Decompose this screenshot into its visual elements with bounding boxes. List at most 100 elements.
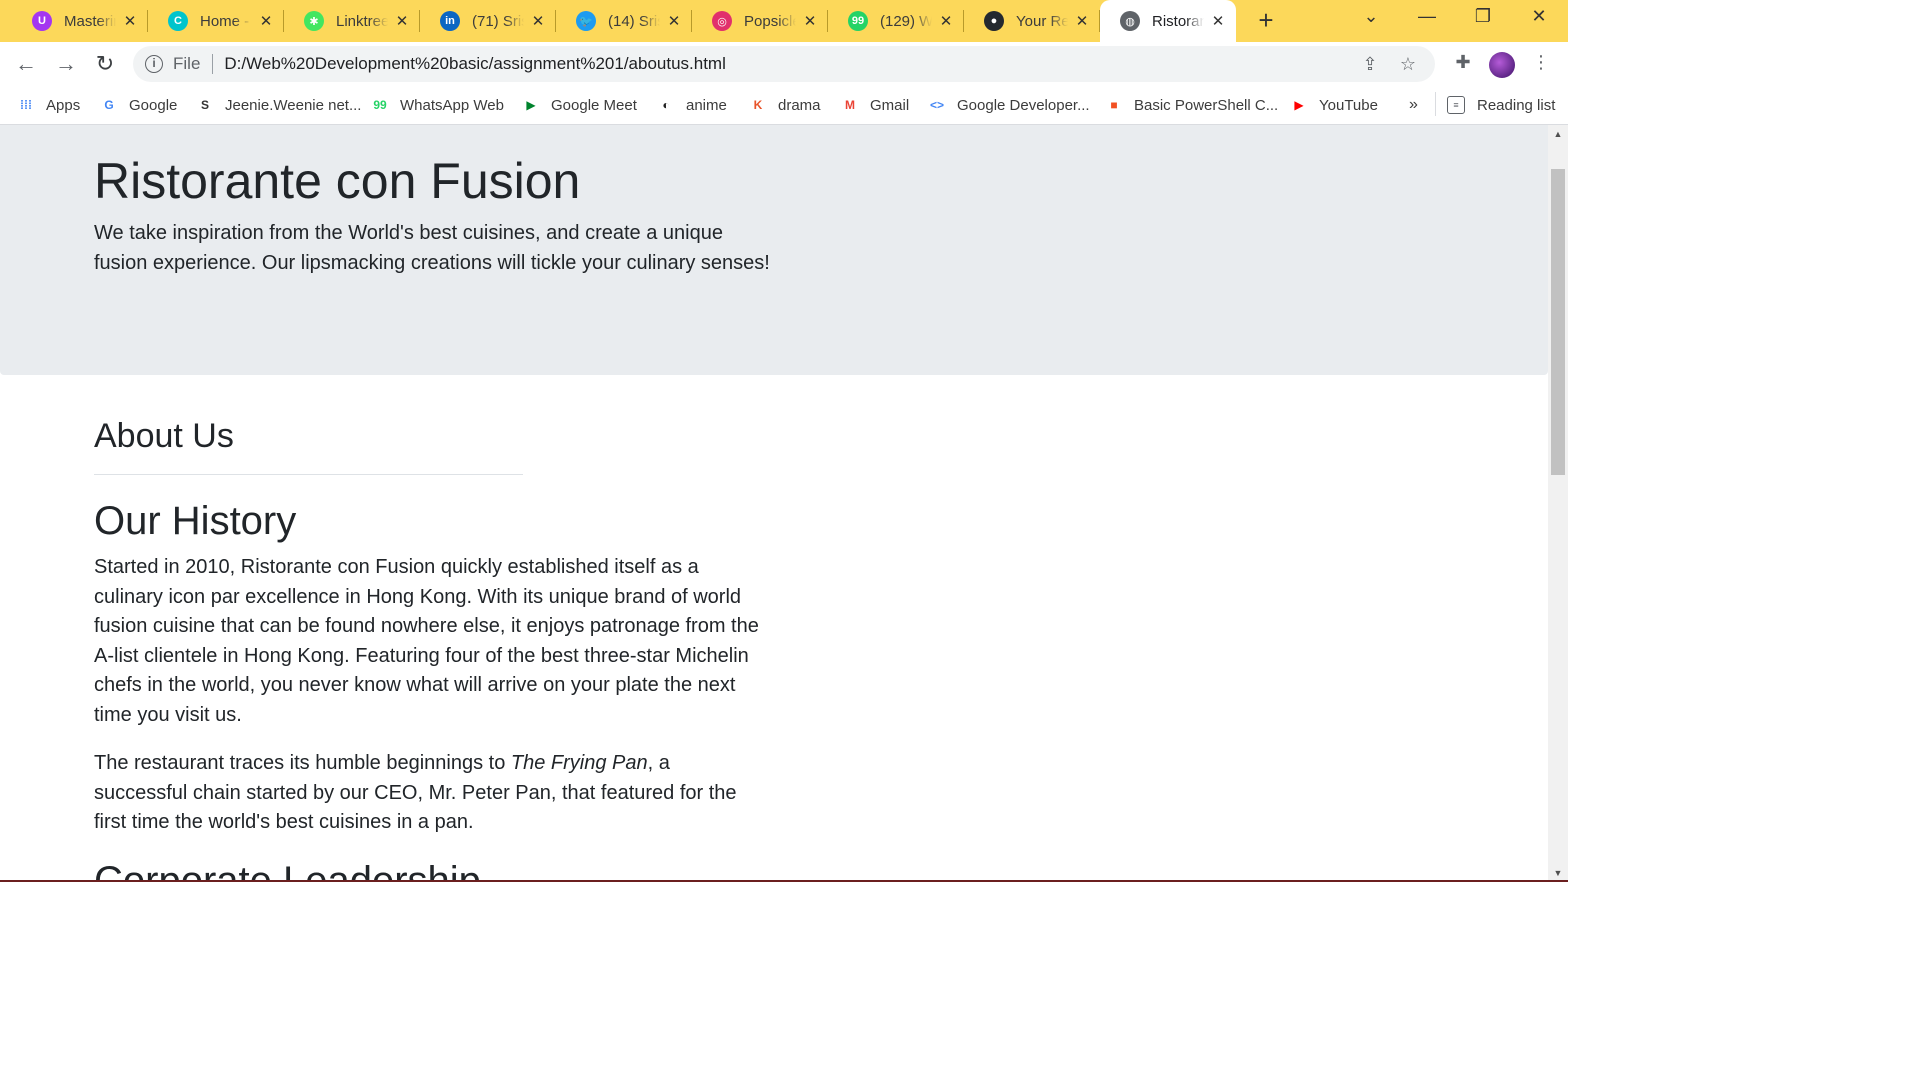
forward-arrow-icon[interactable]: → <box>52 50 80 78</box>
canva-icon: C <box>168 11 188 31</box>
bookmark-drama[interactable]: Kdrama <box>750 94 821 116</box>
bookmark-anime[interactable]: ◐ anime <box>658 94 727 116</box>
google-developers-icon: <> <box>929 98 944 112</box>
google-icon: G <box>104 98 114 112</box>
bookmark-label: WhatsApp Web <box>400 96 504 114</box>
google-meet-icon: ▶ <box>526 98 536 112</box>
tab-close-icon[interactable]: ✕ <box>802 12 818 30</box>
tab-title: (129) WhatsApp <box>880 12 932 30</box>
tab-3[interactable]: in (71) Srishti ✕ <box>420 0 556 42</box>
bookmarks-overflow-button[interactable]: » <box>1409 94 1418 116</box>
tab-title: (71) Srishti <box>472 12 524 30</box>
bookmark-google-developer[interactable]: <> Google Developer... <box>929 94 1090 116</box>
tab-close-icon[interactable]: ✕ <box>530 12 546 30</box>
tab-2[interactable]: ✱ Linktree ✕ <box>284 0 420 42</box>
tab-title: (14) Srishti <box>608 12 660 30</box>
linktree-icon: ✱ <box>304 11 324 31</box>
anime-icon: ◐ <box>662 98 670 112</box>
bookmark-label: Gmail <box>870 96 910 114</box>
apps-grid-icon: ⁞⁞⁞ <box>20 98 32 112</box>
reading-list-icon: ≡ <box>1447 96 1465 114</box>
jumbotron: Ristorante con Fusion We take inspiratio… <box>0 125 1548 375</box>
tab-5[interactable]: ◎ Popsicle ✕ <box>692 0 828 42</box>
scroll-up-arrow-icon[interactable]: ▲ <box>1548 125 1568 143</box>
tab-search-chevron-icon[interactable]: ⌄ <box>1356 6 1386 32</box>
close-window-button[interactable]: ✕ <box>1524 6 1554 32</box>
history-paragraph-2: The restaurant traces its humble beginni… <box>94 749 759 838</box>
bookmark-gmail[interactable]: M Gmail <box>842 94 909 116</box>
tab-6[interactable]: 99 (129) WhatsApp ✕ <box>828 0 964 42</box>
corporate-leadership-heading: Corporate Leadership <box>94 855 481 880</box>
instagram-icon: ◎ <box>712 11 732 31</box>
bookmark-whatsapp-web[interactable]: 99 WhatsApp Web <box>372 94 504 116</box>
bookmark-google-meet[interactable]: ▶ Google Meet <box>523 94 637 116</box>
bookmark-apps[interactable]: ⁞⁞⁞ Apps <box>18 94 80 116</box>
bookmark-basic-powershell-c[interactable]: ■ Basic PowerShell C... <box>1106 94 1278 116</box>
tab-0[interactable]: U Mastering ✕ <box>12 0 148 42</box>
github-icon: ● <box>984 11 1004 31</box>
bookmark-label: drama <box>778 96 821 114</box>
udemy-icon: U <box>32 11 52 31</box>
bookmark-star-icon[interactable]: ☆ <box>1397 54 1419 75</box>
tab-4[interactable]: 🐦 (14) Srishti ✕ <box>556 0 692 42</box>
history-p2-text-before: The restaurant traces its humble beginni… <box>94 752 511 774</box>
site-info-icon[interactable]: i <box>145 55 163 73</box>
bookmarks-bar: ⁞⁞⁞ Apps G Google S Jeenie.Weenie net... 99 Wha… <box>0 86 1568 125</box>
minimize-button[interactable]: — <box>1412 6 1442 32</box>
bookmark-label: anime <box>686 96 727 114</box>
restore-button[interactable]: ❐ <box>1468 6 1498 32</box>
tab-1[interactable]: C Home - Canva ✕ <box>148 0 284 42</box>
address-url[interactable]: D:/Web%20Development%20basic/assignment%… <box>224 54 1359 74</box>
tab-title: Mastering <box>64 12 116 30</box>
twitter-icon: 🐦 <box>576 11 596 31</box>
tab-8[interactable]: ◍ Ristorante con Fusion ✕ <box>1100 0 1236 42</box>
back-arrow-icon[interactable]: ← <box>12 50 40 78</box>
tab-close-icon[interactable]: ✕ <box>1074 12 1090 30</box>
about-divider <box>94 474 523 475</box>
tab-7[interactable]: ● Your Repositories ✕ <box>964 0 1100 42</box>
tab-title: Popsicle <box>744 12 796 30</box>
whatsapp-icon: 99 <box>848 11 868 31</box>
page-viewport: Ristorante con Fusion We take inspiratio… <box>0 125 1548 880</box>
jeenie-icon: S <box>200 98 209 112</box>
scrollbar-thumb[interactable] <box>1551 169 1565 475</box>
tab-close-icon[interactable]: ✕ <box>258 12 274 30</box>
share-icon[interactable]: ⇪ <box>1359 54 1381 75</box>
jumbotron-lead: We take inspiration from the World's bes… <box>94 222 770 274</box>
address-divider <box>212 54 214 74</box>
tab-close-icon[interactable]: ✕ <box>666 12 682 30</box>
address-bar[interactable]: i File D:/Web%20Development%20basic/assi… <box>133 46 1435 82</box>
bookmark-label: Google Meet <box>551 96 637 114</box>
tab-close-icon[interactable]: ✕ <box>122 12 138 30</box>
new-tab-button[interactable]: + <box>1252 7 1280 35</box>
tab-close-icon[interactable]: ✕ <box>1210 12 1226 30</box>
reading-list-button[interactable]: ≡ Reading list <box>1447 94 1555 116</box>
reload-icon[interactable]: ↻ <box>91 50 119 78</box>
tab-close-icon[interactable]: ✕ <box>938 12 954 30</box>
about-us-heading: About Us <box>94 417 234 455</box>
vertical-scrollbar[interactable]: ▲ ▼ <box>1548 125 1568 882</box>
bookmark-youtube[interactable]: ▶ YouTube <box>1291 94 1378 116</box>
taskbar-edge <box>0 880 1568 882</box>
bookmark-google[interactable]: G Google <box>101 94 177 116</box>
microsoft-icon: ■ <box>1110 98 1118 112</box>
extensions-puzzle-icon[interactable]: ✚ <box>1451 52 1475 76</box>
bookmark-jeenie-weenie-net[interactable]: S Jeenie.Weenie net... <box>197 94 362 116</box>
bookmark-label: Jeenie.Weenie net... <box>225 96 362 114</box>
bookmark-label: Apps <box>46 96 81 114</box>
reading-list-label: Reading list <box>1477 96 1556 114</box>
tab-strip: U Mastering ✕ C Home - Canva ✕ ✱ Linktree ✕ in (71… <box>0 0 1568 42</box>
frying-pan-emphasis: The Frying Pan <box>510 752 648 774</box>
tab-close-icon[interactable]: ✕ <box>394 12 410 30</box>
bookmark-label: Basic PowerShell C... <box>1134 96 1279 114</box>
tab-title: Your Repositories <box>1016 12 1068 30</box>
our-history-heading: Our History <box>94 499 297 543</box>
bookmarks-divider <box>1435 92 1436 116</box>
address-scheme: File <box>173 54 201 73</box>
kocowa-icon: K <box>753 98 763 112</box>
menu-kebab-icon[interactable]: ⋮ <box>1529 52 1553 76</box>
globe-icon: ◍ <box>1120 11 1140 31</box>
bookmark-label: YouTube <box>1319 96 1378 114</box>
gmail-icon: M <box>845 98 855 112</box>
profile-avatar[interactable] <box>1489 52 1515 78</box>
